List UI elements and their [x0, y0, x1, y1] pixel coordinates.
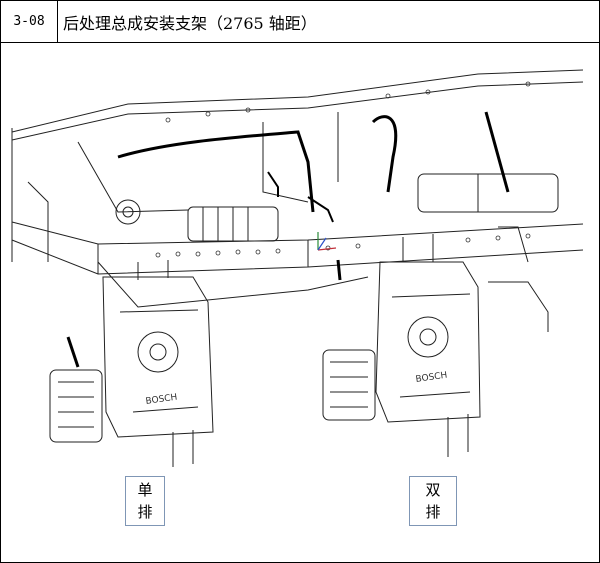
chassis-drawing: BOSCH BOSCH: [11, 69, 584, 467]
header-row: 3-08 后处理总成安装支架（2765 轴距）: [1, 1, 599, 43]
page-title: 后处理总成安装支架（2765 轴距）: [63, 13, 317, 33]
section-code: 3-08: [1, 1, 58, 42]
bosch-logo-right: BOSCH: [415, 371, 448, 385]
single-row-label-line2: 排: [137, 503, 153, 521]
double-row-label-line1: 双: [425, 481, 441, 499]
bosch-logo-left: BOSCH: [145, 393, 178, 407]
single-row-label: 单 排: [125, 476, 165, 526]
double-row-label-line2: 排: [425, 503, 441, 521]
single-row-label-line1: 单: [137, 481, 153, 499]
double-row-label: 双 排: [409, 476, 457, 526]
